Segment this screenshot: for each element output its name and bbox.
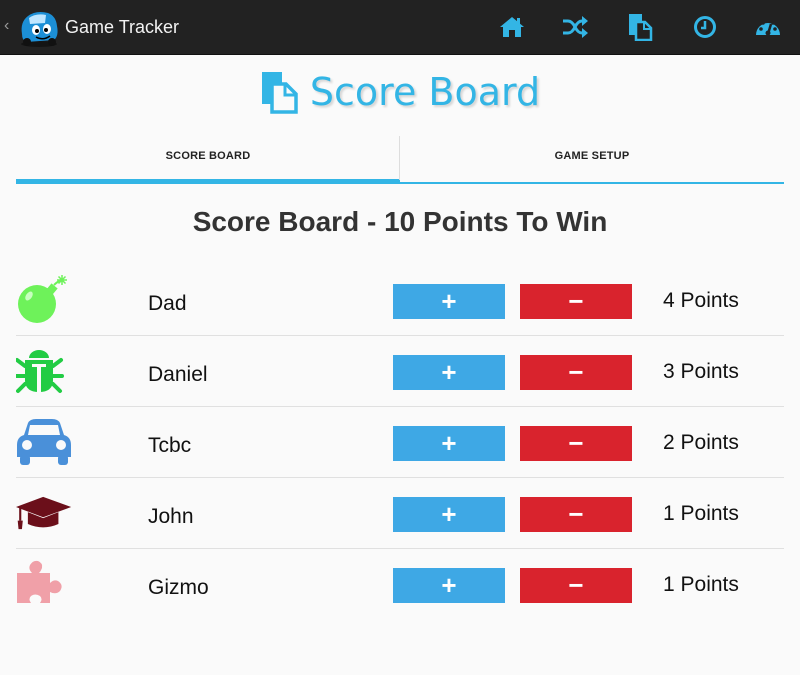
- bug-icon: [16, 350, 64, 393]
- player-score: 4 Points: [663, 289, 739, 312]
- player-row: Gizmo + − 1 Points: [16, 549, 784, 620]
- remove-point-button[interactable]: −: [520, 426, 632, 461]
- player-score: 1 Points: [663, 573, 739, 596]
- app-title: Game Tracker: [65, 17, 180, 37]
- dashboard-button[interactable]: [754, 13, 782, 41]
- bomb-icon: [18, 275, 67, 323]
- player-list: Dad + − 4 Points Daniel + − 3 Points Tcb…: [16, 265, 784, 620]
- scoreboard-button[interactable]: [626, 13, 654, 41]
- player-score: 1 Points: [663, 502, 739, 525]
- add-point-button[interactable]: +: [393, 426, 505, 461]
- player-row: Daniel + − 3 Points: [16, 336, 784, 407]
- remove-point-button[interactable]: −: [520, 568, 632, 603]
- player-name: Daniel: [148, 363, 208, 386]
- car-icon: [17, 419, 71, 465]
- add-point-button[interactable]: +: [393, 355, 505, 390]
- graduation-cap-icon: [16, 496, 72, 530]
- remove-point-button[interactable]: −: [520, 284, 632, 319]
- scoreboard-icon: [629, 14, 653, 41]
- add-point-button[interactable]: +: [393, 568, 505, 603]
- clock-button[interactable]: [691, 13, 719, 41]
- player-row: Dad + − 4 Points: [16, 265, 784, 336]
- remove-point-button[interactable]: −: [520, 497, 632, 532]
- shuffle-button[interactable]: [561, 13, 589, 41]
- back-chevron-icon[interactable]: ‹: [4, 17, 9, 35]
- player-name: Dad: [148, 292, 187, 315]
- player-name: Gizmo: [148, 576, 209, 599]
- player-name: Tcbc: [148, 434, 192, 457]
- tab-game-setup[interactable]: GAME SETUP: [400, 136, 784, 184]
- app-logo-car-icon[interactable]: [16, 4, 62, 50]
- board-title: Score Board - 10 Points To Win: [192, 206, 608, 237]
- player-score: 2 Points: [663, 431, 739, 454]
- shuffle-icon: [563, 16, 588, 38]
- player-score: 3 Points: [663, 360, 739, 383]
- page-header: Score Board: [0, 62, 800, 122]
- clock-icon: [694, 16, 716, 38]
- add-point-button[interactable]: +: [393, 497, 505, 532]
- player-name: John: [148, 505, 194, 528]
- page-title: Score Board: [309, 70, 541, 114]
- action-bar: ‹ Game Tracker: [0, 0, 800, 55]
- tab-score-board[interactable]: SCORE BOARD: [16, 136, 400, 184]
- tab-bar: SCORE BOARD GAME SETUP: [16, 136, 784, 184]
- scoreboard-icon: [261, 72, 298, 114]
- puzzle-piece-icon: [17, 560, 62, 603]
- home-button[interactable]: [498, 13, 526, 41]
- remove-point-button[interactable]: −: [520, 355, 632, 390]
- tab-divider: [399, 136, 400, 180]
- gauge-icon: [756, 18, 780, 36]
- home-icon: [500, 17, 524, 37]
- player-row: Tcbc + − 2 Points: [16, 407, 784, 478]
- player-row: John + − 1 Points: [16, 478, 784, 549]
- add-point-button[interactable]: +: [393, 284, 505, 319]
